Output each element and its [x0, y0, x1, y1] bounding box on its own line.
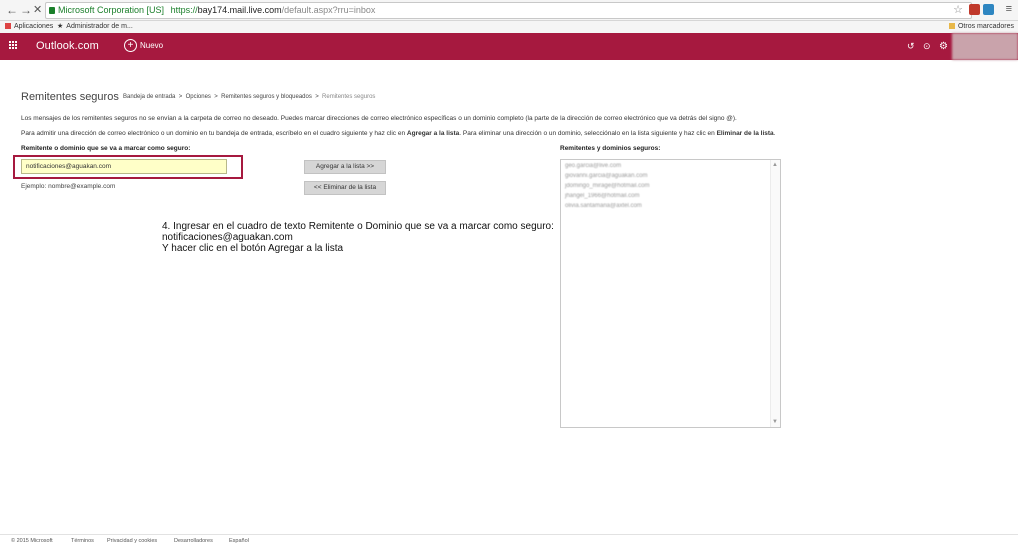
folder-icon: [948, 23, 955, 29]
menu-icon[interactable]: ≡: [1006, 3, 1012, 15]
breadcrumb: Bandeja de entrada > Opciones > Remitent…: [123, 94, 375, 100]
star-icon: ★: [57, 23, 64, 30]
other-bookmarks[interactable]: Otros marcadores: [948, 22, 1014, 32]
brand-logo[interactable]: Outlook.com: [36, 40, 99, 52]
breadcrumb-current: Remitentes seguros: [322, 94, 376, 100]
plus-icon: +: [124, 39, 137, 52]
stop-icon[interactable]: ✕: [33, 3, 42, 17]
address-bar[interactable]: Microsoft Corporation [US] https://bay17…: [45, 2, 972, 19]
extension-icon[interactable]: [969, 4, 980, 15]
scroll-up-icon[interactable]: ▲: [772, 162, 778, 168]
sender-field-label: Remitente o dominio que se va a marcar c…: [21, 145, 191, 152]
language-link[interactable]: Español: [229, 538, 249, 544]
outlook-header: Outlook.com + Nuevo ↺ ⊙ ⚙: [0, 33, 1018, 60]
apps-icon: [5, 23, 11, 29]
copyright-text: © 2015 Microsoft: [11, 538, 53, 544]
list-item[interactable]: olivia.santamaria@axtel.com: [565, 203, 642, 209]
back-arrow-icon[interactable]: ←: [6, 3, 18, 17]
breadcrumb-separator: >: [177, 94, 184, 100]
list-item[interactable]: jhangel_1966@hotmail.com: [565, 193, 639, 199]
breadcrumb-separator: >: [212, 94, 220, 100]
instruction-annotation: 4. Ingresar en el cuadro de texto Remite…: [162, 221, 554, 254]
bookmark-admin[interactable]: ★ Administrador de m...: [57, 22, 133, 32]
skype-icon[interactable]: ⊙: [923, 41, 931, 52]
list-item[interactable]: jdomingo_mirage@hotmail.com: [565, 183, 649, 189]
extension-icon[interactable]: [983, 4, 994, 15]
avatar[interactable]: [952, 33, 1018, 60]
list-item[interactable]: giovanni.garcia@aguakan.com: [565, 173, 647, 179]
page-title: Remitentes seguros: [21, 91, 119, 103]
security-badge[interactable]: Microsoft Corporation [US]: [49, 3, 164, 18]
breadcrumb-separator: >: [313, 94, 321, 100]
page-footer: © 2015 Microsoft Términos Privacidad y c…: [0, 534, 1018, 546]
new-button[interactable]: + Nuevo: [124, 39, 163, 52]
url-text: https://bay174.mail.live.com/default.asp…: [170, 5, 376, 15]
safe-senders-list[interactable]: geo.garcia@live.com giovanni.garcia@agua…: [560, 159, 781, 428]
bookmark-apps[interactable]: Aplicaciones: [5, 22, 53, 32]
bookmarks-bar: Aplicaciones ★ Administrador de m... Otro…: [0, 21, 1018, 33]
safe-sender-input[interactable]: notificaciones@aguakan.com: [21, 159, 227, 174]
list-scrollbar[interactable]: ▲ ▼: [770, 160, 780, 427]
terms-link[interactable]: Términos: [71, 538, 94, 544]
breadcrumb-safe-blocked[interactable]: Remitentes seguros y bloqueados: [221, 94, 312, 100]
breadcrumb-inbox[interactable]: Bandeja de entrada: [123, 94, 175, 100]
description-text: Los mensajes de los remitentes seguros n…: [21, 115, 737, 122]
browser-toolbar: ← → ✕ Microsoft Corporation [US] https:/…: [0, 0, 1018, 21]
gear-icon[interactable]: ⚙: [939, 41, 948, 52]
add-to-list-button[interactable]: Agregar a la lista >>: [304, 160, 386, 174]
list-item[interactable]: geo.garcia@live.com: [565, 163, 621, 169]
app-launcher-icon[interactable]: [9, 41, 18, 50]
example-hint: Ejemplo: nombre@example.com: [21, 183, 116, 190]
remove-from-list-button[interactable]: << Eliminar de la lista: [304, 181, 386, 195]
instructions-text: Para admitir una dirección de correo ele…: [21, 130, 776, 137]
breadcrumb-options[interactable]: Opciones: [186, 94, 211, 100]
lock-icon: [49, 7, 55, 14]
bookmark-star-icon[interactable]: ☆: [953, 3, 963, 16]
scroll-down-icon[interactable]: ▼: [772, 419, 778, 425]
developers-link[interactable]: Desarrolladores: [174, 538, 213, 544]
forward-arrow-icon[interactable]: →: [20, 3, 32, 17]
safe-list-label: Remitentes y dominios seguros:: [560, 145, 661, 152]
undo-icon[interactable]: ↺: [907, 41, 915, 52]
privacy-link[interactable]: Privacidad y cookies: [107, 538, 157, 544]
